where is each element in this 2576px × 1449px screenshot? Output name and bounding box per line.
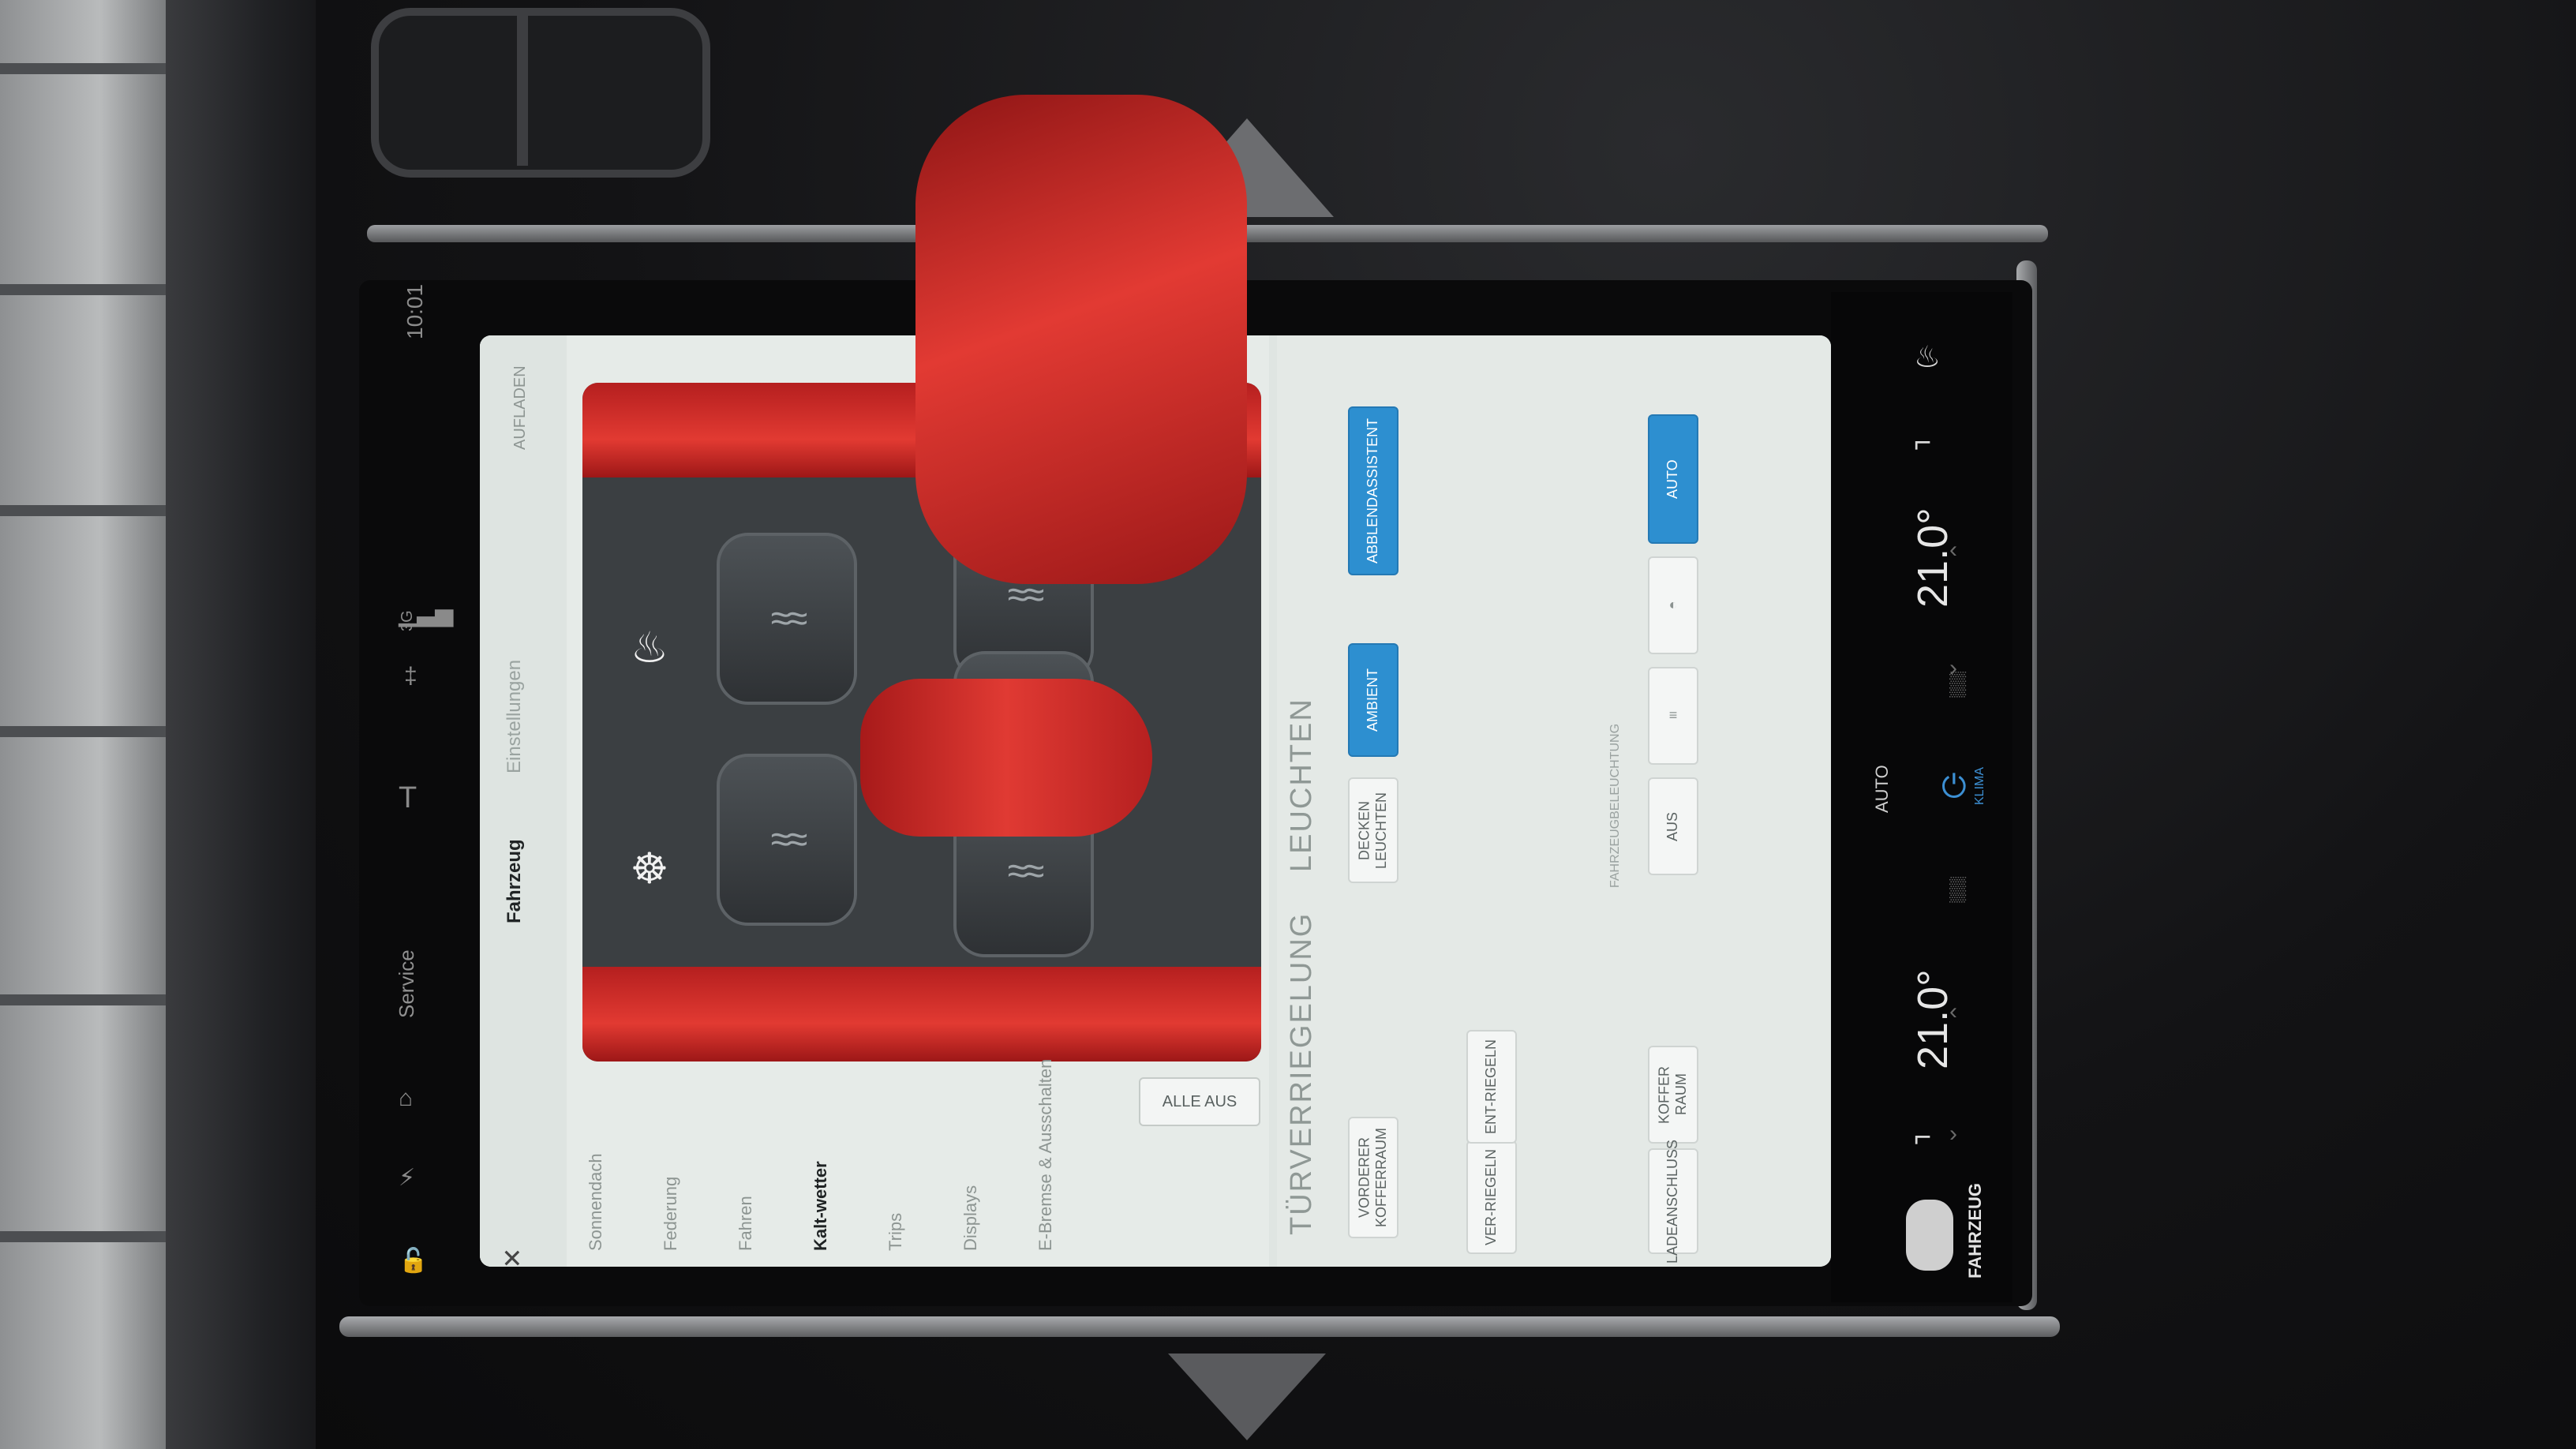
- seat-heat-icon: ≈≈: [770, 818, 808, 861]
- charge-button[interactable]: AUFLADEN: [511, 365, 530, 450]
- tab-vehicle[interactable]: Fahrzeug: [504, 839, 526, 923]
- charge-port-button[interactable]: LADEANSCHLUSS: [1648, 1139, 1698, 1264]
- bluetooth-icon: ‡: [404, 663, 417, 689]
- climate-power-icon[interactable]: ⏻: [1941, 769, 1967, 805]
- passenger-seat-icon[interactable]: ⌐: [1914, 1121, 1931, 1155]
- steering-wheel-heat-icon[interactable]: ☸: [614, 833, 685, 904]
- lock-button[interactable]: VER-RIEGELN: [1466, 1140, 1517, 1254]
- front-trunk-button[interactable]: VORDERER KOFFERRAUM: [1348, 1117, 1398, 1238]
- charging-icon[interactable]: ⚡: [399, 1164, 415, 1192]
- menu-ebrake-poweroff[interactable]: E-Bremse & Ausschalten: [1035, 1059, 1056, 1251]
- clock: 10:01: [402, 283, 427, 339]
- railing: [0, 726, 182, 737]
- menu-suspension[interactable]: Federung: [661, 1177, 681, 1251]
- seat-heat-icon: ≈≈: [1007, 850, 1045, 893]
- car-front-view-lock: [860, 679, 1152, 837]
- temp-down-left-icon[interactable]: ›: [1949, 1121, 1957, 1148]
- railing: [0, 1231, 182, 1242]
- driver-seat-icon[interactable]: ⌐: [1914, 426, 1931, 460]
- menu-trips[interactable]: Trips: [886, 1213, 906, 1251]
- all-off-button[interactable]: ALLE AUS: [1139, 1077, 1260, 1126]
- close-icon[interactable]: ✕: [497, 1248, 527, 1267]
- tab-settings[interactable]: Einstellungen: [504, 660, 526, 773]
- chrome-trim-bottom: [339, 1316, 2060, 1337]
- parking-lights-icon[interactable]: ≡: [1648, 667, 1698, 765]
- controls-panel: TÜRVERRIEGELUNG LEUCHTEN VORDERER KOFFER…: [1277, 335, 1831, 1267]
- menu-displays[interactable]: Displays: [960, 1185, 981, 1251]
- seat-heater-front-left[interactable]: ≈≈: [717, 533, 857, 705]
- lock-status-icon[interactable]: 🔓: [399, 1247, 428, 1275]
- seat-heat-icon: ≈≈: [770, 597, 808, 640]
- rear-defrost-icon[interactable]: ♨: [614, 612, 685, 683]
- low-beam-icon[interactable]: ◐: [1648, 556, 1698, 654]
- vehicle-icon[interactable]: [1906, 1200, 1953, 1271]
- tesla-logo-icon[interactable]: T: [399, 781, 417, 815]
- home-icon[interactable]: ⌂: [399, 1085, 413, 1112]
- lights-title: LEUCHTEN: [1285, 698, 1318, 872]
- lights-off-button[interactable]: AUS: [1648, 777, 1698, 875]
- car-side-right: [582, 967, 1261, 1061]
- vehicle-label[interactable]: FAHRZEUG: [1965, 1183, 1986, 1279]
- railing: [0, 284, 182, 295]
- seat-heater-front-right[interactable]: ≈≈: [717, 754, 857, 926]
- dimming-assist-button[interactable]: ABBLENDASSISTENT: [1348, 406, 1398, 575]
- front-defrost-icon[interactable]: ▒: [1949, 876, 1966, 903]
- auto-lights-button[interactable]: AUTO: [1648, 414, 1698, 544]
- menu-sunroof[interactable]: Sonnendach: [586, 1153, 606, 1251]
- network-label: 3G: [399, 610, 416, 631]
- railing: [0, 505, 182, 516]
- menu-cold-weather[interactable]: Kalt-wetter: [811, 1161, 831, 1251]
- railing: [0, 994, 182, 1005]
- rear-defrost-small-icon[interactable]: ▒: [1949, 671, 1966, 698]
- fan-auto-label[interactable]: AUTO: [1872, 765, 1893, 813]
- ceiling-lights-button[interactable]: DECKEN LEUCHTEN: [1348, 777, 1398, 883]
- app-tabs: AUFLADEN Einstellungen Fahrzeug ✕: [480, 335, 567, 1267]
- vehicle-lighting-caption: FAHRZEUGBELEUCHTUNG: [1608, 723, 1622, 888]
- unlock-button[interactable]: ENT-RIEGELN: [1466, 1030, 1517, 1144]
- locking-title: TÜRVERRIEGELUNG: [1285, 912, 1318, 1235]
- temp-up-left-icon[interactable]: ‹: [1949, 998, 1957, 1025]
- door-pillar: [166, 0, 331, 1449]
- menu-driving[interactable]: Fahren: [736, 1196, 756, 1251]
- vehicle-side-menu: Sonnendach Federung Fahren Kalt-wetter T…: [582, 1059, 1135, 1259]
- hazard-button-bottom: [1168, 1354, 1326, 1440]
- air-vent: [371, 8, 710, 178]
- temp-up-right-icon[interactable]: ‹: [1949, 537, 1957, 564]
- service-link[interactable]: Service: [395, 949, 419, 1018]
- car-front-view-lights: [915, 95, 1247, 584]
- trunk-button[interactable]: KOFFER RAUM: [1648, 1046, 1698, 1144]
- railing: [0, 63, 182, 74]
- ambient-lights-button[interactable]: AMBIENT: [1348, 643, 1398, 757]
- klima-label: KLIMA: [1973, 766, 1986, 805]
- driver-seat-heat-icon[interactable]: ♨: [1914, 339, 1941, 375]
